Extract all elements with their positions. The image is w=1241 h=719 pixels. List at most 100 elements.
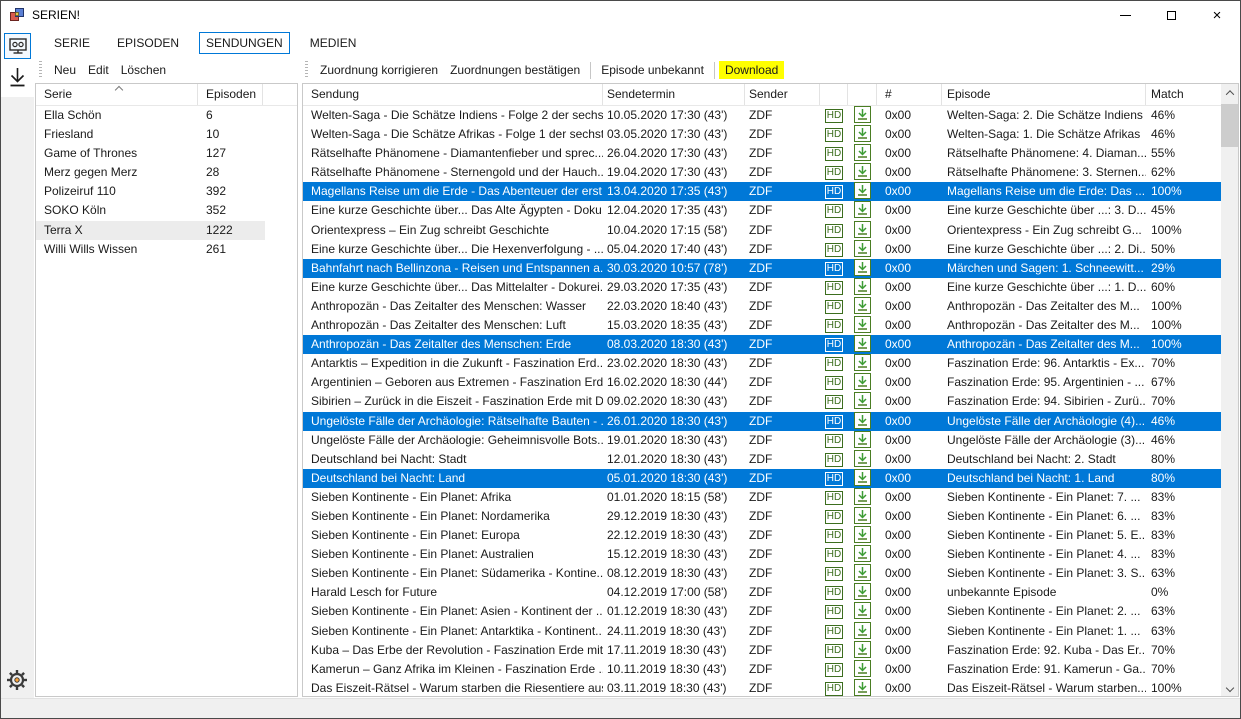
series-row[interactable]: Merz gegen Merz28 — [36, 163, 265, 182]
col-download[interactable] — [848, 84, 877, 105]
download-icon[interactable] — [854, 660, 871, 677]
tab-episoden[interactable]: EPISODEN — [110, 32, 186, 54]
table-row[interactable]: Bahnfahrt nach Bellinzona - Reisen und E… — [303, 259, 1221, 278]
download-icon[interactable] — [854, 144, 871, 161]
tab-serie[interactable]: SERIE — [47, 32, 97, 54]
download-icon[interactable] — [854, 622, 871, 639]
scrollbar-down-button[interactable] — [1221, 679, 1238, 696]
download-icon[interactable] — [854, 641, 871, 658]
neu-button[interactable]: Neu — [48, 61, 82, 79]
table-row[interactable]: Sieben Kontinente - Ein Planet: Südameri… — [303, 564, 1221, 583]
table-row[interactable]: Sieben Kontinente - Ein Planet: Nordamer… — [303, 507, 1221, 526]
download-icon[interactable] — [854, 488, 871, 505]
table-row[interactable]: Anthropozän - Das Zeitalter des Menschen… — [303, 297, 1221, 316]
maximize-button[interactable] — [1148, 1, 1194, 29]
download-icon[interactable] — [854, 221, 871, 238]
col-episode[interactable]: Episode — [942, 84, 1146, 105]
series-row[interactable]: Terra X1222 — [36, 221, 265, 240]
download-icon[interactable] — [854, 564, 871, 581]
download-icon[interactable] — [854, 602, 871, 619]
table-row[interactable]: Sieben Kontinente - Ein Planet: Europa22… — [303, 526, 1221, 545]
download-icon[interactable] — [854, 545, 871, 562]
rail-shows-button[interactable] — [4, 33, 31, 59]
col-number[interactable]: # — [877, 84, 942, 105]
table-row[interactable]: Kuba – Das Erbe der Revolution - Faszina… — [303, 641, 1221, 660]
download-icon[interactable] — [854, 125, 871, 142]
series-row[interactable]: Friesland10 — [36, 125, 265, 144]
table-row[interactable]: Magellans Reise um die Erde - Das Abente… — [303, 182, 1221, 201]
table-row[interactable]: Sieben Kontinente - Ein Planet: Antarkti… — [303, 622, 1221, 641]
table-row[interactable]: Deutschland bei Nacht: Stadt12.01.2020 1… — [303, 450, 1221, 469]
download-icon[interactable] — [854, 450, 871, 467]
table-row[interactable]: Sibirien – Zurück in die Eiszeit - Faszi… — [303, 392, 1221, 411]
series-row[interactable]: Willi Wills Wissen261 — [36, 240, 265, 259]
col-sender[interactable]: Sender — [745, 84, 820, 105]
col-hd[interactable] — [820, 84, 848, 105]
episode-unbekannt-button[interactable]: Episode unbekannt — [595, 61, 710, 79]
table-row[interactable]: Ungelöste Fälle der Archäologie: Rätselh… — [303, 412, 1221, 431]
tab-sendungen[interactable]: SENDUNGEN — [199, 32, 290, 54]
download-icon[interactable] — [854, 507, 871, 524]
download-icon[interactable] — [854, 240, 871, 257]
table-row[interactable]: Welten-Saga - Die Schätze Indiens - Folg… — [303, 106, 1221, 125]
table-row[interactable]: Deutschland bei Nacht: Land05.01.2020 18… — [303, 469, 1221, 488]
download-icon[interactable] — [854, 316, 871, 333]
download-icon[interactable] — [854, 412, 871, 429]
table-row[interactable]: Das Eiszeit-Rätsel - Warum starben die R… — [303, 679, 1221, 696]
table-row[interactable]: Eine kurze Geschichte über... Das Mittel… — [303, 278, 1221, 297]
series-row[interactable]: SOKO Köln352 — [36, 201, 265, 220]
toolbar-grip-icon[interactable] — [305, 61, 308, 79]
download-icon[interactable] — [854, 583, 871, 600]
download-icon[interactable] — [854, 469, 871, 486]
download-icon[interactable] — [854, 106, 871, 123]
tab-medien[interactable]: MEDIEN — [303, 32, 364, 54]
table-row[interactable]: Sieben Kontinente - Ein Planet: Australi… — [303, 545, 1221, 564]
download-icon[interactable] — [854, 679, 871, 696]
col-match[interactable]: Match — [1146, 84, 1222, 105]
download-icon[interactable] — [854, 259, 871, 276]
download-icon[interactable] — [854, 182, 871, 199]
table-row[interactable]: Anthropozän - Das Zeitalter des Menschen… — [303, 316, 1221, 335]
download-icon[interactable] — [854, 354, 871, 371]
edit-button[interactable]: Edit — [82, 61, 115, 79]
settings-button[interactable] — [5, 668, 29, 692]
col-sendetermin[interactable]: Sendetermin — [603, 84, 745, 105]
table-row[interactable]: Ungelöste Fälle der Archäologie: Geheimn… — [303, 431, 1221, 450]
minimize-button[interactable] — [1102, 1, 1148, 29]
table-row[interactable]: Sieben Kontinente - Ein Planet: Afrika01… — [303, 488, 1221, 507]
loeschen-button[interactable]: Löschen — [115, 61, 172, 79]
series-col-episoden[interactable]: Episoden — [198, 84, 263, 105]
scrollbar-thumb[interactable] — [1221, 104, 1238, 147]
zuordnung-korrigieren-button[interactable]: Zuordnung korrigieren — [314, 61, 444, 79]
scrollbar-track[interactable] — [1221, 84, 1238, 696]
download-icon[interactable] — [854, 297, 871, 314]
table-row[interactable]: Welten-Saga - Die Schätze Afrikas - Folg… — [303, 125, 1221, 144]
series-row[interactable]: Ella Schön6 — [36, 106, 265, 125]
table-row[interactable]: Antarktis – Expedition in die Zukunft - … — [303, 354, 1221, 373]
title-bar[interactable]: SERIEN! × — [1, 1, 1240, 29]
table-row[interactable]: Eine kurze Geschichte über... Das Alte Ä… — [303, 201, 1221, 220]
zuordnungen-bestaetigen-button[interactable]: Zuordnungen bestätigen — [444, 61, 586, 79]
download-icon[interactable] — [854, 526, 871, 543]
rail-download-button[interactable] — [7, 65, 28, 92]
download-icon[interactable] — [854, 335, 871, 352]
table-row[interactable]: Argentinien – Geboren aus Extremen - Fas… — [303, 373, 1221, 392]
download-button[interactable]: Download — [719, 61, 784, 79]
table-row[interactable]: Sieben Kontinente - Ein Planet: Asien - … — [303, 602, 1221, 621]
series-row[interactable]: Polizeiruf 110392 — [36, 182, 265, 201]
download-icon[interactable] — [854, 163, 871, 180]
table-row[interactable]: Orientexpress – Ein Zug schreibt Geschic… — [303, 221, 1221, 240]
toolbar-grip-icon[interactable] — [39, 61, 42, 79]
table-row[interactable]: Harald Lesch for Future04.12.2019 17:00 … — [303, 583, 1221, 602]
table-row[interactable]: Anthropozän - Das Zeitalter des Menschen… — [303, 335, 1221, 354]
table-row[interactable]: Rätselhafte Phänomene - Diamantenfieber … — [303, 144, 1221, 163]
download-icon[interactable] — [854, 278, 871, 295]
close-button[interactable]: × — [1194, 1, 1240, 29]
table-row[interactable]: Kamerun – Ganz Afrika im Kleinen - Faszi… — [303, 660, 1221, 679]
scrollbar-up-button[interactable] — [1221, 84, 1238, 101]
col-sendung[interactable]: Sendung — [303, 84, 603, 105]
download-icon[interactable] — [854, 431, 871, 448]
download-icon[interactable] — [854, 392, 871, 409]
table-row[interactable]: Eine kurze Geschichte über... Die Hexenv… — [303, 240, 1221, 259]
download-icon[interactable] — [854, 373, 871, 390]
